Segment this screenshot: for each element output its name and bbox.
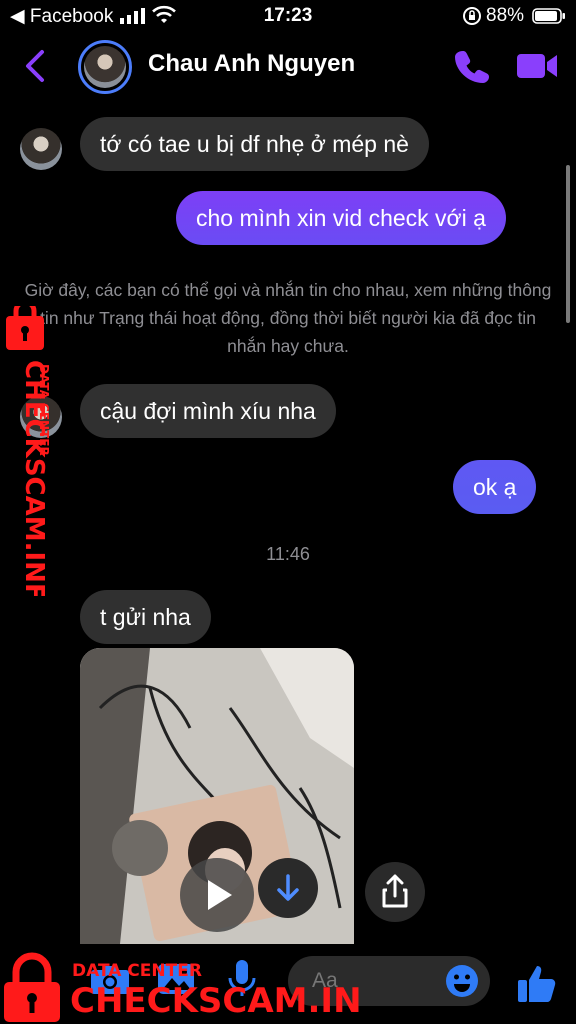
play-button[interactable] [180, 858, 254, 932]
download-button[interactable] [258, 858, 318, 918]
watermark-brand: CHECKSCAM.INFO [70, 981, 360, 1021]
scrollbar[interactable] [566, 165, 570, 323]
battery-icon [532, 8, 565, 24]
back-chevron-icon[interactable] [22, 48, 50, 84]
watermark-vertical: CHECKSCAM.INFO DATA CENTER [6, 306, 51, 596]
watermark-lock-icon [4, 952, 60, 1022]
message-bubble-incoming[interactable]: t gửi nha [80, 590, 211, 644]
sender-avatar[interactable] [20, 128, 62, 170]
message-bubble-outgoing[interactable]: cho mình xin vid check với ạ [176, 191, 506, 245]
chat-header: Chau Anh Nguyen [0, 32, 576, 102]
play-icon [208, 880, 232, 910]
watermark-caption: DATA CENTER [37, 364, 51, 456]
message-bubble-incoming[interactable]: tớ có tae u bị df nhẹ ở mép nè [80, 117, 429, 171]
download-arrow-icon [277, 874, 299, 901]
status-bar: ◀ Facebook 17:23 88% [0, 0, 576, 32]
rotation-lock-icon [463, 7, 481, 25]
thumbs-up-icon[interactable] [516, 962, 560, 1006]
watermark-lock-icon [6, 306, 44, 350]
system-notice: Giờ đây, các bạn có thể gọi và nhắn tin … [24, 280, 552, 356]
contact-avatar[interactable] [78, 40, 132, 94]
message-bubble-incoming[interactable]: cậu đợi mình xíu nha [80, 384, 336, 438]
share-icon [382, 874, 408, 908]
message-bubble-outgoing[interactable]: ok ạ [453, 460, 537, 514]
timestamp: 11:46 [266, 544, 310, 564]
battery-percent: 88% [486, 5, 525, 26]
phone-icon[interactable] [454, 48, 490, 84]
video-call-icon[interactable] [516, 50, 558, 82]
share-button[interactable] [365, 862, 425, 922]
contact-name[interactable]: Chau Anh Nguyen [148, 50, 355, 78]
watermark-bottom: DATA CENTER CHECKSCAM.INFO [4, 952, 360, 1022]
watermark-caption: DATA CENTER [72, 961, 202, 981]
emoji-icon[interactable] [444, 963, 480, 999]
